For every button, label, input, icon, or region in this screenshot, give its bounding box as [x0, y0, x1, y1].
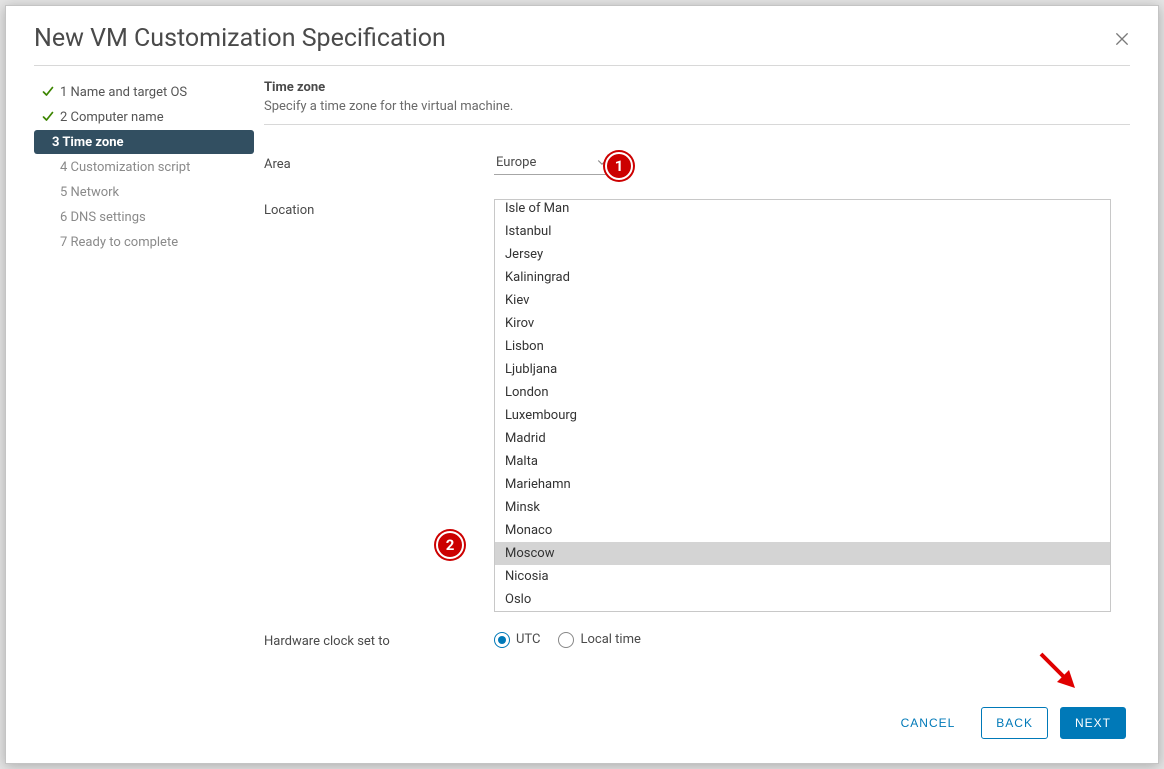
- wizard-sidebar: 1 Name and target OS 2 Computer name 3 T…: [34, 80, 264, 687]
- sidebar-step-time-zone[interactable]: 3 Time zone: [34, 130, 254, 154]
- form-section: Area Europe Location Isl: [264, 153, 1130, 673]
- modal-footer: CANCEL BACK NEXT: [6, 687, 1158, 763]
- cancel-button[interactable]: CANCEL: [887, 707, 970, 739]
- modal-header: New VM Customization Specification: [6, 6, 1158, 65]
- list-item[interactable]: Kirov: [495, 312, 1110, 335]
- sidebar-step-computer-name[interactable]: 2 Computer name: [34, 105, 254, 129]
- callout-1: 1: [605, 152, 633, 180]
- modal-title: New VM Customization Specification: [34, 24, 446, 53]
- content-title: Time zone: [264, 80, 1130, 95]
- arrow-icon: [1035, 648, 1081, 698]
- radio-icon: [558, 632, 574, 648]
- list-item[interactable]: Madrid: [495, 427, 1110, 450]
- content-description: Specify a time zone for the virtual mach…: [264, 99, 1130, 114]
- sidebar-step-label: 7 Ready to complete: [60, 235, 178, 250]
- sidebar-step-network[interactable]: 5 Network: [34, 180, 254, 204]
- hwclock-radio-local[interactable]: Local time: [558, 632, 640, 648]
- location-listbox[interactable]: Isle of ManIstanbulJerseyKaliningradKiev…: [494, 199, 1111, 612]
- area-select-value: Europe: [496, 155, 536, 170]
- list-item[interactable]: Jersey: [495, 243, 1110, 266]
- list-item[interactable]: Isle of Man: [495, 199, 1110, 220]
- check-icon: [42, 86, 54, 98]
- list-item[interactable]: Moscow: [495, 542, 1110, 565]
- list-item[interactable]: Nicosia: [495, 565, 1110, 588]
- radio-label: UTC: [516, 632, 540, 647]
- close-icon[interactable]: [1114, 31, 1130, 47]
- form-row-hwclock: Hardware clock set to UTC Local time: [264, 630, 1130, 649]
- list-item[interactable]: Mariehamn: [495, 473, 1110, 496]
- list-item[interactable]: London: [495, 381, 1110, 404]
- form-row-area: Area Europe: [264, 153, 1130, 175]
- sidebar-step-label: 1 Name and target OS: [60, 85, 187, 100]
- back-button[interactable]: BACK: [981, 707, 1048, 739]
- hwclock-label: Hardware clock set to: [264, 630, 494, 649]
- list-item[interactable]: Lisbon: [495, 335, 1110, 358]
- sidebar-step-label: 4 Customization script: [60, 160, 190, 175]
- list-item[interactable]: Luxembourg: [495, 404, 1110, 427]
- modal-body: 1 Name and target OS 2 Computer name 3 T…: [6, 66, 1158, 687]
- area-select[interactable]: Europe: [494, 153, 612, 175]
- list-item[interactable]: Kaliningrad: [495, 266, 1110, 289]
- sidebar-step-label: 5 Network: [60, 185, 119, 200]
- form-row-location: Location Isle of ManIstanbulJerseyKalini…: [264, 199, 1130, 612]
- sidebar-step-dns-settings[interactable]: 6 DNS settings: [34, 205, 254, 229]
- list-item[interactable]: Minsk: [495, 496, 1110, 519]
- sidebar-step-label: 3 Time zone: [52, 135, 124, 150]
- radio-label: Local time: [580, 632, 640, 647]
- sidebar-step-label: 6 DNS settings: [60, 210, 146, 225]
- sidebar-step-label: 2 Computer name: [60, 110, 164, 125]
- radio-icon: [494, 632, 510, 648]
- sidebar-step-name-os[interactable]: 1 Name and target OS: [34, 80, 254, 104]
- list-item[interactable]: Malta: [495, 450, 1110, 473]
- wizard-content: Time zone Specify a time zone for the vi…: [264, 80, 1130, 687]
- callout-2: 2: [436, 531, 464, 559]
- list-item[interactable]: Kiev: [495, 289, 1110, 312]
- divider: [264, 124, 1130, 125]
- list-item[interactable]: Oslo: [495, 588, 1110, 611]
- check-icon: [42, 111, 54, 123]
- hwclock-radio-utc[interactable]: UTC: [494, 632, 540, 648]
- sidebar-step-customization-script[interactable]: 4 Customization script: [34, 155, 254, 179]
- list-item[interactable]: Ljubljana: [495, 358, 1110, 381]
- next-button[interactable]: NEXT: [1060, 707, 1126, 739]
- area-label: Area: [264, 153, 494, 175]
- sidebar-step-ready-complete[interactable]: 7 Ready to complete: [34, 230, 254, 254]
- list-item[interactable]: Istanbul: [495, 220, 1110, 243]
- list-item[interactable]: Monaco: [495, 519, 1110, 542]
- wizard-modal: New VM Customization Specification 1 Nam…: [5, 5, 1159, 764]
